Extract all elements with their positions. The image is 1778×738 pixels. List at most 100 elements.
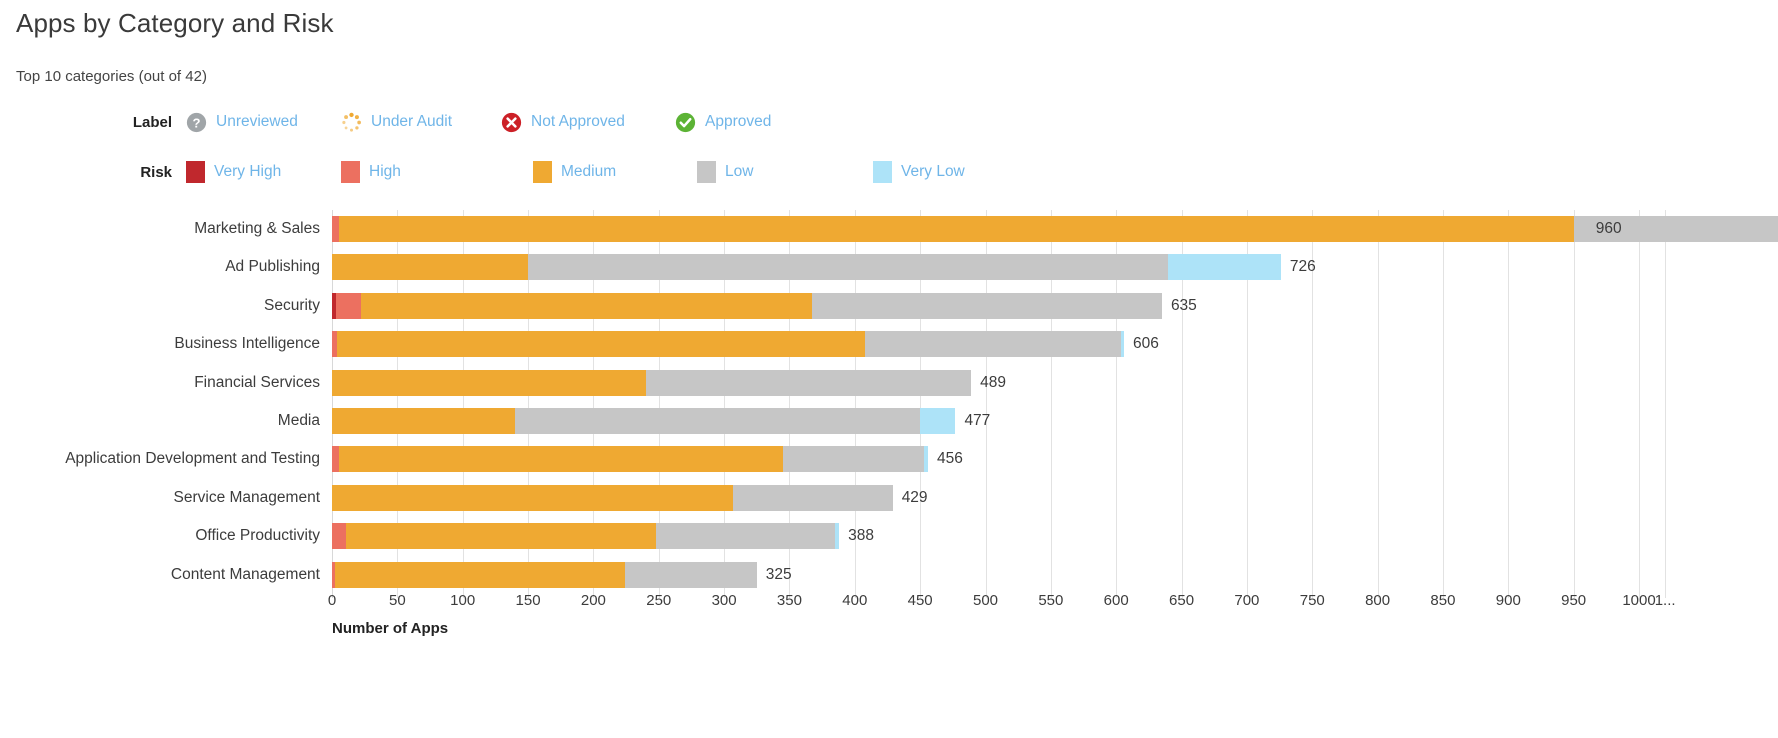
bar-row[interactable]: 429 — [332, 484, 1639, 511]
bar-row[interactable]: 388 — [332, 523, 1639, 550]
bar-segment-high[interactable] — [332, 523, 347, 550]
risk-legend: Risk Very High High Medium Low Very Low — [110, 160, 965, 184]
bar-total-label: 429 — [901, 488, 928, 506]
category-label: Security — [264, 296, 320, 314]
bar-row[interactable]: 325 — [332, 561, 1639, 588]
bar-segment-low[interactable] — [733, 484, 893, 511]
bar-segment-medium[interactable] — [332, 484, 734, 511]
page-title: Apps by Category and Risk — [16, 8, 334, 38]
bar-row[interactable]: 456 — [332, 446, 1639, 473]
legend-item-not-approved[interactable]: Not Approved — [501, 112, 675, 133]
category-label-wrap: Marketing & Sales — [0, 216, 320, 242]
category-label: Service Management — [173, 488, 320, 506]
bar-segment-low[interactable] — [811, 292, 1162, 319]
bar-total-label: 726 — [1289, 258, 1316, 276]
x-axis-tick: 1000 — [1622, 592, 1656, 609]
bar-segment-medium[interactable] — [338, 216, 1574, 242]
category-label: Content Management — [170, 565, 320, 583]
x-axis-tick: 0 — [327, 592, 337, 609]
category-label-wrap: Office Productivity — [0, 523, 320, 549]
x-axis-tick: 250 — [646, 592, 672, 609]
bar-segment-medium[interactable] — [338, 446, 783, 473]
bar-segment-low[interactable] — [514, 408, 921, 434]
bar-segment-low[interactable] — [645, 369, 972, 396]
spinner-icon — [342, 112, 361, 132]
x-axis-tick: 600 — [1103, 592, 1129, 609]
legend-label-under-audit: Under Audit — [371, 113, 452, 130]
legend-item-unreviewed[interactable]: ? Unreviewed — [186, 112, 341, 133]
bar-segment-medium[interactable] — [334, 561, 625, 588]
bar-segment-medium[interactable] — [332, 254, 529, 281]
bar-segment-very-low[interactable] — [1121, 331, 1125, 358]
category-label-wrap: Ad Publishing — [0, 254, 320, 280]
label-legend-title: Label — [132, 113, 172, 131]
x-axis-tick: 850 — [1430, 592, 1456, 609]
category-label-wrap: Financial Services — [0, 370, 320, 396]
bar-total-label: 456 — [936, 450, 963, 468]
svg-text:?: ? — [192, 115, 200, 130]
category-label-wrap: Media — [0, 408, 320, 434]
bar-segment-low[interactable] — [656, 523, 836, 550]
category-label: Media — [277, 412, 320, 429]
bar-segment-very-low[interactable] — [924, 446, 928, 473]
x-axis-tick: 100 — [450, 592, 476, 609]
bar-segment-medium[interactable] — [332, 369, 646, 396]
plot-area: 960 726 635 606 489 477 456 429 388 325 — [332, 210, 1778, 598]
medium-swatch — [533, 161, 552, 183]
category-label: Office Productivity — [195, 527, 320, 545]
legend-item-low[interactable]: Low — [697, 161, 873, 183]
legend-label-medium: Medium — [561, 163, 617, 180]
bar-row[interactable]: 489 — [332, 369, 1639, 396]
bar-total-label: 477 — [964, 412, 991, 429]
x-axis-tick: 500 — [972, 592, 999, 609]
legend-item-very-high[interactable]: Very High — [186, 161, 341, 183]
gridline — [1665, 210, 1667, 598]
legend-label-high: High — [369, 163, 401, 180]
bar-segment-medium[interactable] — [332, 408, 515, 434]
bar-total-label: 606 — [1133, 335, 1159, 353]
bar-segment-low[interactable] — [782, 446, 925, 473]
bar-total-label: 388 — [848, 527, 874, 545]
legend-label-very-high: Very High — [214, 163, 282, 180]
x-axis-tick: 200 — [580, 592, 606, 609]
x-axis-title: Number of Apps — [332, 620, 449, 637]
label-legend: Label ? Unreviewed Under Audit Not Appro… — [110, 110, 771, 134]
bar-segment-low[interactable] — [528, 254, 1169, 281]
category-label-wrap: Security — [0, 293, 320, 319]
x-axis-tick: 450 — [907, 592, 933, 609]
bar-segment-low[interactable] — [624, 561, 757, 588]
bar-row[interactable]: 477 — [332, 408, 1639, 434]
bar-segment-medium[interactable] — [360, 292, 812, 319]
bar-chart: 960 726 635 606 489 477 456 429 388 325 0 50 100 150… — [0, 196, 1778, 696]
legend-item-very-low[interactable]: Very Low — [873, 161, 965, 183]
x-axis-tick: 1... — [1654, 592, 1676, 609]
bar-segment-very-low[interactable] — [835, 523, 840, 550]
bar-row[interactable]: 606 — [332, 331, 1639, 358]
low-swatch — [697, 161, 716, 183]
legend-item-under-audit[interactable]: Under Audit — [341, 112, 501, 133]
bar-total-label: 960 — [1595, 220, 1622, 237]
bar-segment-medium[interactable] — [346, 523, 657, 550]
x-circle-icon — [501, 112, 522, 132]
bar-segment-very-low[interactable] — [1168, 254, 1281, 281]
category-label-wrap: Content Management — [0, 562, 320, 588]
x-axis-tick: 900 — [1495, 592, 1521, 609]
category-label-wrap: Service Management — [0, 485, 320, 511]
x-axis-tick: 550 — [1038, 592, 1064, 609]
bar-row[interactable]: 726 — [332, 254, 1639, 281]
bar-segment-medium[interactable] — [337, 331, 866, 358]
x-axis-tick: 650 — [1169, 592, 1195, 609]
question-circle-icon: ? — [186, 112, 207, 132]
bar-row[interactable]: 960 — [332, 216, 1778, 242]
bar-row[interactable]: 635 — [332, 292, 1639, 319]
bar-total-label: 325 — [765, 565, 792, 583]
risk-legend-title: Risk — [140, 163, 172, 181]
legend-item-approved[interactable]: Approved — [675, 112, 771, 133]
x-axis-tick: 50 — [389, 592, 406, 609]
bar-segment-high[interactable] — [335, 292, 361, 319]
legend-item-high[interactable]: High — [341, 161, 533, 183]
bar-segment-very-low[interactable] — [920, 408, 956, 434]
x-axis-tick: 150 — [515, 592, 541, 609]
bar-segment-low[interactable] — [865, 331, 1122, 358]
legend-item-medium[interactable]: Medium — [533, 161, 697, 183]
